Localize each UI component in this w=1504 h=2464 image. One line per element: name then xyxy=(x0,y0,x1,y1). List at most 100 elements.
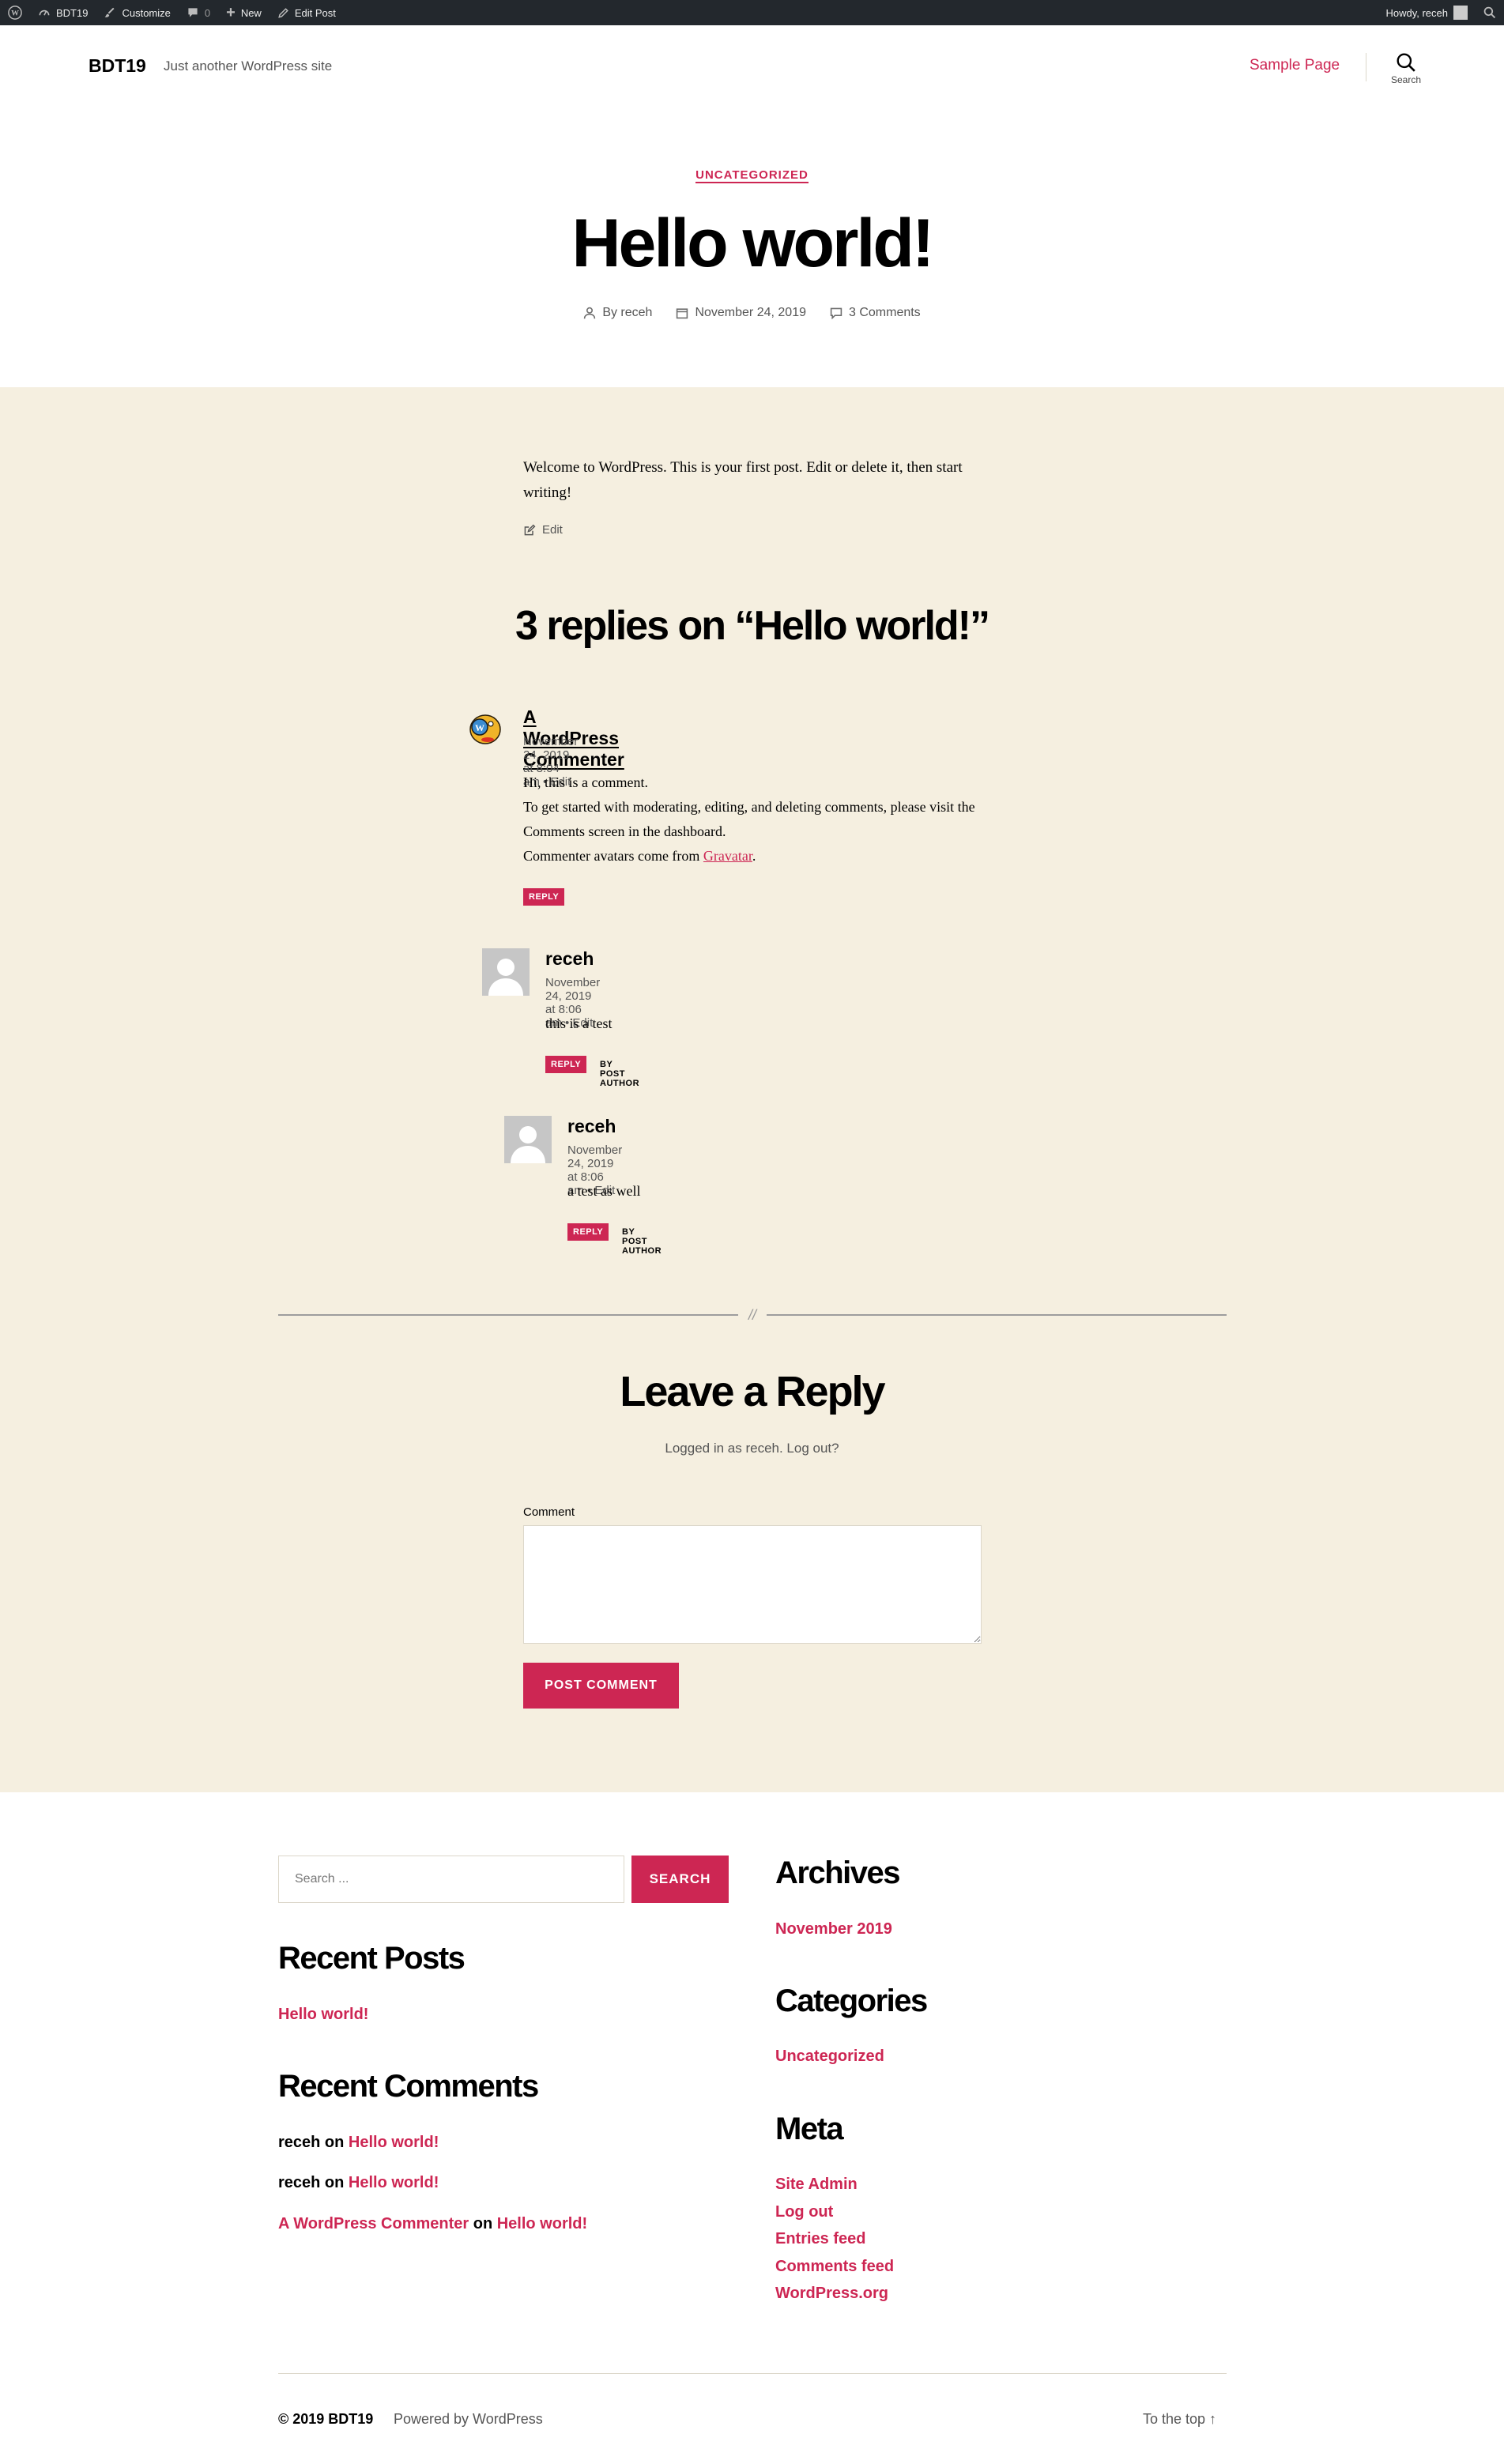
to-the-top-link[interactable]: To the top ↑ xyxy=(1143,2411,1216,2428)
meta-log-out[interactable]: Log out xyxy=(775,2203,833,2221)
wp-logo-menu[interactable]: W xyxy=(0,0,30,25)
widget-search-button[interactable]: SEARCH xyxy=(631,1856,729,1903)
nav-sample-page[interactable]: Sample Page xyxy=(1250,57,1340,74)
reply-button[interactable]: REPLY xyxy=(567,1223,609,1241)
commenter-avatar xyxy=(504,1116,552,1163)
post-comments-label: 3 Comments xyxy=(848,306,921,319)
category-link-wrap: UNCATEGORIZED xyxy=(0,168,1504,183)
recent-comment-post-link[interactable]: Hello world! xyxy=(497,2215,587,2232)
post-edit-link[interactable]: Edit xyxy=(523,523,563,537)
post-date[interactable]: November 24, 2019 xyxy=(676,306,806,320)
site-title[interactable]: BDT19 xyxy=(89,55,146,77)
admin-bar-customize[interactable]: Customize xyxy=(96,0,178,25)
post-date-label: November 24, 2019 xyxy=(695,306,806,319)
admin-bar-comments[interactable]: 0 xyxy=(179,0,218,25)
comment-textarea[interactable] xyxy=(523,1525,982,1644)
recent-comment-on: on xyxy=(469,2215,497,2232)
comment-field-label: Comment xyxy=(523,1505,575,1519)
admin-bar-search[interactable] xyxy=(1476,0,1504,25)
post-comment-button[interactable]: POST COMMENT xyxy=(523,1663,679,1709)
admin-bar-comments-count: 0 xyxy=(204,6,211,19)
by-post-author-badge: BY POST AUTHOR xyxy=(600,1060,640,1088)
recent-comment-author: receh xyxy=(278,2134,321,2151)
recent-post-link[interactable]: Hello world! xyxy=(278,2006,368,2024)
footer-copyright[interactable]: © 2019 BDT19 xyxy=(278,2411,373,2428)
leave-reply-title: Leave a Reply xyxy=(620,1368,885,1415)
meta-entries-feed[interactable]: Entries feed xyxy=(775,2230,865,2248)
site-description: Just another WordPress site xyxy=(164,58,333,73)
plus-icon: + xyxy=(226,3,236,21)
howdy-text: Howdy, receh xyxy=(1385,6,1448,19)
pencil-icon xyxy=(278,7,288,18)
recent-comment-post-link[interactable]: Hello world! xyxy=(349,2174,439,2191)
post-comments-link[interactable]: 3 Comments xyxy=(830,306,921,320)
recent-comments-title: Recent Comments xyxy=(278,2069,539,2104)
admin-bar-my-account[interactable]: Howdy, receh xyxy=(1378,0,1476,25)
reply-button[interactable]: REPLY xyxy=(523,888,565,906)
logged-in-as[interactable]: Logged in as receh. Log out? xyxy=(0,1441,1504,1456)
comment-line-end: . xyxy=(752,848,756,864)
admin-bar-customize-label: Customize xyxy=(122,6,171,19)
recent-comment-on: on xyxy=(320,2134,349,2151)
post-edit-label: Edit xyxy=(542,523,563,537)
comment-line-gravatar: Commenter avatars come from Gravatar. xyxy=(523,844,997,868)
footer-separator xyxy=(278,2373,1227,2374)
admin-bar-site-label: BDT19 xyxy=(56,6,89,19)
divider-line-right xyxy=(767,1314,1227,1316)
post-author[interactable]: By receh xyxy=(583,306,652,320)
edit-icon xyxy=(524,524,536,535)
categories-title: Categories xyxy=(775,1984,928,2018)
recent-comment-author-link[interactable]: A WordPress Commenter xyxy=(278,2215,469,2232)
calendar-icon xyxy=(677,308,688,319)
comment-body: a test as well xyxy=(567,1183,641,1199)
user-icon xyxy=(584,307,596,319)
reply-button[interactable]: REPLY xyxy=(545,1056,587,1073)
meta-comments-feed[interactable]: Comments feed xyxy=(775,2258,894,2276)
entry-header: UNCATEGORIZED Hello world! By receh Nove… xyxy=(0,132,1504,387)
widget-search-input[interactable]: Search ... xyxy=(278,1856,624,1903)
archives-title: Archives xyxy=(775,1856,900,1890)
section-divider: // xyxy=(278,1307,1227,1323)
meta-site-admin[interactable]: Site Admin xyxy=(775,2176,858,2194)
admin-bar-avatar xyxy=(1453,6,1468,20)
recent-comment-post-link[interactable]: Hello world! xyxy=(349,2134,439,2151)
admin-bar-site-name[interactable]: BDT19 xyxy=(30,0,96,25)
admin-bar-edit-post[interactable]: Edit Post xyxy=(270,0,344,25)
commenter-avatar: W xyxy=(464,710,503,749)
category-link[interactable]: UNCATEGORIZED xyxy=(695,168,809,183)
comment-bubble-icon xyxy=(188,8,198,17)
wapuu-avatar-icon: W xyxy=(469,714,501,744)
search-toggle-label: Search xyxy=(1390,74,1422,85)
footer-widgets: Search ... SEARCH Recent Posts Hello wor… xyxy=(0,1792,1504,2345)
search-icon xyxy=(1397,53,1415,72)
post-body-section: Welcome to WordPress. This is your first… xyxy=(0,387,1504,1792)
divider-line-left xyxy=(278,1314,738,1316)
gravatar-link[interactable]: Gravatar xyxy=(703,848,752,864)
admin-bar-edit-post-label: Edit Post xyxy=(294,6,336,19)
search-toggle-button[interactable]: Search xyxy=(1385,52,1427,85)
svg-text:W: W xyxy=(11,9,19,18)
comment-body: this is a test xyxy=(545,1015,613,1031)
comment-author: receh xyxy=(567,1116,616,1136)
post-author-label: By receh xyxy=(602,306,653,319)
meta-title: Meta xyxy=(775,2112,844,2146)
recent-comment-item: receh on Hello world! xyxy=(278,2134,439,2152)
category-widget-link[interactable]: Uncategorized xyxy=(775,2048,884,2066)
post-title: Hello world! xyxy=(571,205,934,281)
admin-bar-new[interactable]: + New xyxy=(218,0,270,25)
post-content: Welcome to WordPress. This is your first… xyxy=(523,459,963,501)
recent-comment-item: A WordPress Commenter on Hello world! xyxy=(278,2215,587,2233)
recent-comment-item: receh on Hello world! xyxy=(278,2174,439,2192)
comment-author: receh xyxy=(545,948,594,969)
recent-comment-on: on xyxy=(320,2174,349,2191)
footer-powered-by[interactable]: Powered by WordPress xyxy=(394,2411,543,2428)
default-avatar-icon xyxy=(511,1126,545,1163)
comment-line: Hi, this is a comment. xyxy=(523,774,648,790)
comment-icon xyxy=(830,307,842,319)
meta-wordpress-org[interactable]: WordPress.org xyxy=(775,2285,888,2303)
comment-body: Hi, this is a comment. To get started wi… xyxy=(523,770,997,868)
admin-bar: W BDT19 Customize 0 + New Edit Post Howd… xyxy=(0,0,1504,25)
archive-link[interactable]: November 2019 xyxy=(775,1920,892,1938)
comments-title: 3 replies on “Hello world!” xyxy=(515,603,990,649)
wordpress-icon: W xyxy=(8,6,22,20)
